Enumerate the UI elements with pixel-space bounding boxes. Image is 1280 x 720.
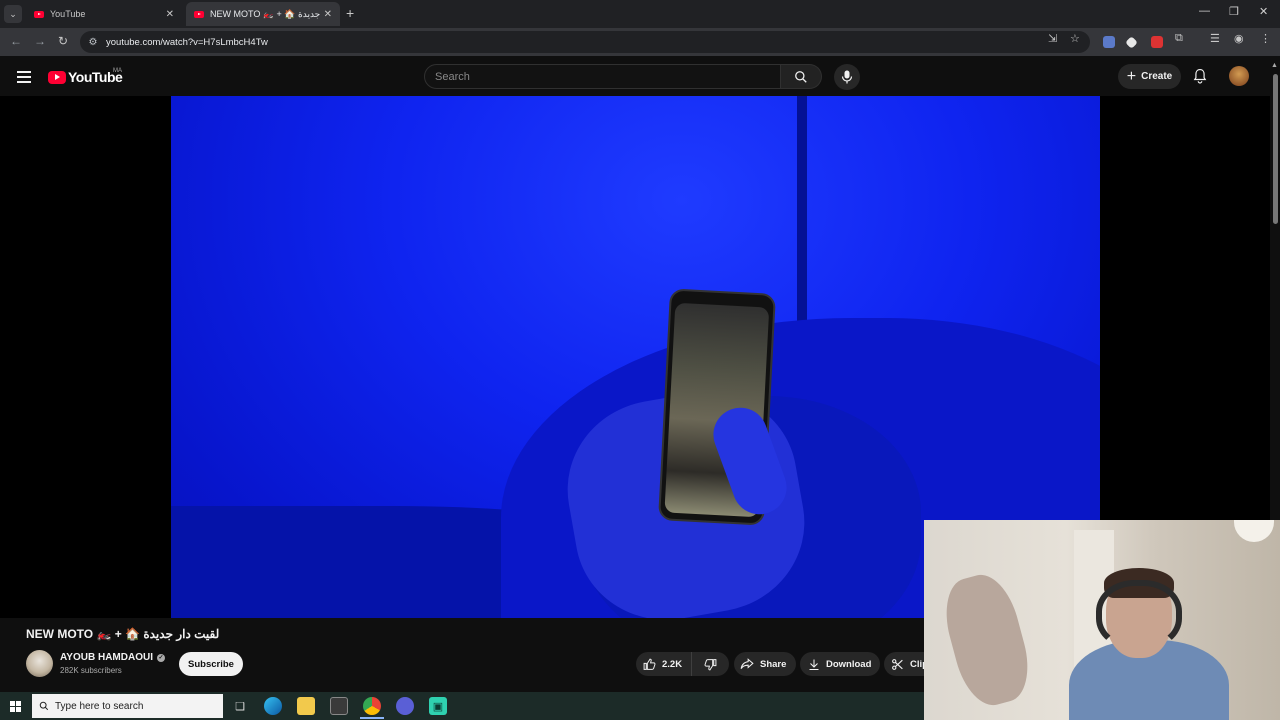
- microphone-icon: [841, 70, 853, 84]
- new-tab-icon[interactable]: +: [346, 5, 354, 21]
- bookmark-star-icon[interactable]: ☆: [1070, 32, 1080, 45]
- download-icon: [809, 659, 819, 670]
- edge-browser-icon[interactable]: [264, 697, 282, 715]
- verified-check-icon: ✓: [156, 653, 165, 662]
- account-avatar[interactable]: [1229, 66, 1249, 86]
- back-icon[interactable]: ←: [10, 34, 22, 48]
- search-input[interactable]: [435, 70, 780, 83]
- notifications-bell-icon[interactable]: [1193, 68, 1207, 89]
- browser-toolbar: ← → ↻ ⚙ youtube.com/watch?v=H7sLmbcH4Tw …: [0, 28, 1280, 56]
- restore-icon[interactable]: ❐: [1229, 5, 1239, 18]
- task-view-icon[interactable]: ❑: [231, 697, 249, 715]
- channel-name: AYOUB HAMDAOUI: [60, 652, 153, 663]
- country-code: MA: [113, 68, 122, 74]
- browser-menu-icon[interactable]: ⋮: [1260, 32, 1271, 45]
- webcam-headset: [1096, 580, 1182, 650]
- windows-start-icon[interactable]: [10, 701, 21, 712]
- search-button[interactable]: [781, 64, 822, 89]
- thumbs-down-icon: [704, 658, 717, 670]
- install-app-icon[interactable]: ⇲: [1048, 32, 1057, 45]
- extensions-puzzle-icon[interactable]: ⧉: [1175, 32, 1183, 45]
- tab-search-button[interactable]: ⌄: [4, 5, 22, 23]
- thumbs-up-icon: [643, 658, 656, 670]
- download-label: Download: [826, 658, 872, 670]
- translate-extension-icon[interactable]: [1103, 36, 1115, 48]
- dislike-button[interactable]: [692, 658, 729, 671]
- extension-diamond-icon[interactable]: [1125, 36, 1138, 49]
- plus-icon: +: [1126, 67, 1137, 85]
- share-button[interactable]: Share: [734, 652, 796, 676]
- microsoft-store-icon[interactable]: [330, 697, 348, 715]
- screen: ⌄ YouTube ✕ NEW MOTO 🏍️ + 🏠 دار جديدة ✕ …: [0, 0, 1280, 720]
- youtube-favicon-icon: [194, 10, 204, 18]
- like-count: 2.2K: [662, 658, 683, 670]
- browser-tab-strip: ⌄ YouTube ✕ NEW MOTO 🏍️ + 🏠 دار جديدة ✕ …: [0, 0, 1280, 28]
- share-arrow-icon: [740, 658, 754, 669]
- taskbar-search-placeholder: Type here to search: [55, 700, 144, 712]
- chrome-active-indicator: [360, 717, 384, 719]
- search-icon: [39, 701, 49, 711]
- webcam-overlay: [924, 520, 1280, 720]
- tab-close-icon[interactable]: ✕: [166, 9, 174, 20]
- profile-icon[interactable]: ◉: [1234, 32, 1244, 45]
- subscriber-count: 282K subscribers: [60, 666, 122, 675]
- windows-taskbar: Type here to search ❑ ▣: [0, 692, 924, 720]
- youtube-logo-icon: [48, 70, 66, 84]
- minimize-icon[interactable]: —: [1199, 5, 1210, 17]
- tab-video-active[interactable]: NEW MOTO 🏍️ + 🏠 دار جديدة ✕: [186, 2, 340, 26]
- create-button[interactable]: + Create: [1118, 64, 1181, 89]
- share-label: Share: [760, 658, 787, 670]
- tab-title: YouTube: [50, 9, 86, 19]
- taskbar-search-box[interactable]: Type here to search: [32, 694, 223, 718]
- reload-icon[interactable]: ↻: [58, 34, 68, 48]
- download-button[interactable]: Download: [800, 652, 880, 676]
- scroll-up-icon[interactable]: ▲: [1271, 62, 1278, 69]
- site-info-icon[interactable]: ⚙: [86, 37, 100, 48]
- extension-red-icon[interactable]: [1151, 36, 1163, 48]
- forward-icon[interactable]: →: [34, 34, 46, 48]
- tab-title: NEW MOTO 🏍️ + 🏠 دار جديدة: [210, 8, 320, 19]
- search-icon: [795, 70, 807, 83]
- guide-menu-icon[interactable]: [17, 71, 31, 86]
- video-window-frame: [797, 96, 807, 326]
- create-label: Create: [1141, 71, 1173, 82]
- video-title: NEW MOTO 🏍️ + 🏠 لقيت دار جديدة: [26, 627, 220, 641]
- like-button[interactable]: 2.2K: [636, 652, 692, 676]
- reading-list-icon[interactable]: ☰: [1210, 32, 1220, 45]
- voice-search-button[interactable]: [834, 64, 860, 90]
- chrome-browser-icon[interactable]: [363, 697, 381, 715]
- scrollbar-thumb[interactable]: [1273, 74, 1278, 224]
- subscribe-button[interactable]: Subscribe: [179, 652, 243, 676]
- channel-name-link[interactable]: AYOUB HAMDAOUI ✓: [60, 652, 165, 663]
- like-dislike-group: 2.2K: [636, 652, 729, 676]
- youtube-masthead: YouTube MA + Create: [0, 56, 1280, 96]
- file-explorer-icon[interactable]: [297, 697, 315, 715]
- address-bar[interactable]: ⚙ youtube.com/watch?v=H7sLmbcH4Tw: [80, 31, 1090, 53]
- window-close-icon[interactable]: ✕: [1259, 5, 1268, 18]
- discord-icon[interactable]: [396, 697, 414, 715]
- url-text: youtube.com/watch?v=H7sLmbcH4Tw: [106, 36, 268, 48]
- tab-youtube[interactable]: YouTube ✕: [26, 2, 182, 26]
- scissors-icon: [892, 658, 903, 670]
- app-icon[interactable]: ▣: [429, 697, 447, 715]
- youtube-favicon-icon: [34, 10, 44, 18]
- search-box: [424, 64, 781, 89]
- channel-avatar[interactable]: [26, 650, 53, 677]
- youtube-logo[interactable]: YouTube: [48, 69, 123, 85]
- tab-close-icon[interactable]: ✕: [324, 9, 332, 20]
